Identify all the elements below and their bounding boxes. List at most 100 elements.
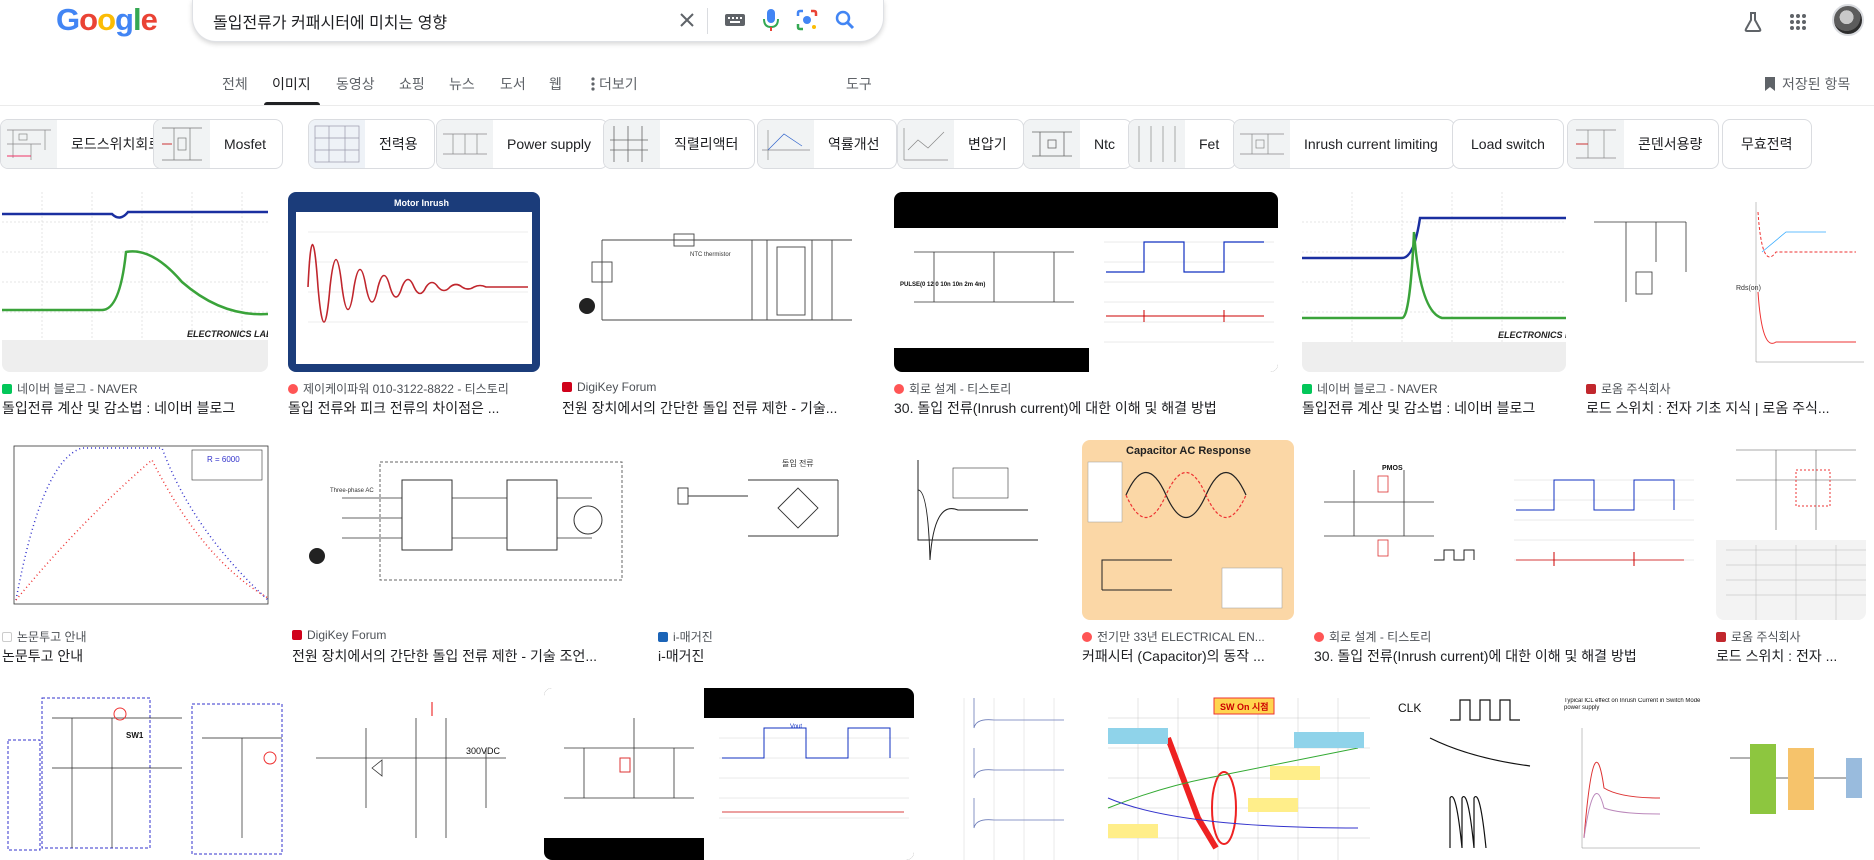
source-text: 네이버 블로그 - NAVER	[1317, 382, 1438, 396]
chip-thumbnail	[604, 120, 660, 168]
saved-items-link[interactable]: 저장된 항목	[1764, 74, 1850, 94]
search-input[interactable]: 돌입전류가 커패시터에 미치는 영향	[213, 9, 447, 33]
result-thumbnail[interactable]: CLK	[1390, 688, 1540, 860]
source-text: DigiKey Forum	[577, 380, 657, 394]
apps-icon[interactable]	[1784, 8, 1812, 36]
chip-load-switch-circuit[interactable]: 로드스위치회로	[0, 119, 179, 169]
logo-letter: o	[97, 2, 116, 37]
chip-thumbnail	[154, 120, 210, 168]
result-thumbnail[interactable]: ELECTRONICS LABORATORY	[2, 192, 268, 372]
chip-reactive-power[interactable]: 무효전력	[1722, 119, 1812, 169]
result-title[interactable]: 돌입전류 계산 및 감소법 : 네이버 블로그	[2, 398, 268, 418]
result-thumbnail[interactable]: 300VDC	[306, 688, 524, 860]
tools-button[interactable]: 도구	[846, 74, 872, 94]
naver-favicon-icon	[1302, 383, 1312, 394]
result-thumbnail[interactable]: Three-phase AC	[292, 440, 638, 620]
result-thumbnail[interactable]: PMOS	[1314, 440, 1694, 620]
chip-label: 콘덴서용량	[1638, 136, 1703, 152]
keyboard-icon[interactable]	[723, 8, 747, 32]
result-source[interactable]: 로옴 주식회사	[1716, 628, 1866, 645]
result-source[interactable]: DigiKey Forum	[562, 380, 874, 394]
tab-all[interactable]: 전체	[222, 74, 248, 94]
lens-icon[interactable]	[795, 8, 819, 32]
avatar[interactable]	[1832, 4, 1864, 36]
chip-inrush-current-limiting[interactable]: Inrush current limiting	[1233, 119, 1455, 169]
source-text: 회로 설계 - 티스토리	[1329, 630, 1432, 644]
clear-icon[interactable]	[675, 8, 699, 32]
chip-power[interactable]: 전력용	[308, 119, 435, 169]
source-text: 네이버 블로그 - NAVER	[17, 382, 138, 396]
result-source[interactable]: 네이버 블로그 - NAVER	[1302, 380, 1566, 397]
chip-series-reactor[interactable]: 직렬리액터	[603, 119, 756, 169]
result-title[interactable]: i-매거진	[658, 646, 1062, 666]
result-thumbnail[interactable]: ELECTRONICS LABORATORY	[1302, 192, 1566, 372]
thumbnail-caption: PULSE(0 12 0 10n 10n 2m 4m)	[900, 282, 985, 288]
result-thumbnail[interactable]: Typical ICL effect on Inrush Current in …	[1560, 688, 1866, 860]
result-source[interactable]: i-매거진	[658, 628, 1062, 645]
header: Google 돌입전류가 커패시터에 미치는 영향	[0, 0, 1874, 70]
search-box[interactable]: 돌입전류가 커패시터에 미치는 영향	[192, 0, 884, 42]
result-source[interactable]: 로옴 주식회사	[1586, 380, 1866, 397]
result-thumbnail[interactable]	[934, 688, 1078, 860]
result-source[interactable]: 회로 설계 - 티스토리	[894, 380, 1278, 397]
search-icon[interactable]	[833, 8, 857, 32]
logo-letter: o	[79, 2, 98, 37]
thumbnail-caption: SW1	[126, 731, 144, 740]
thumbnail-caption: Capacitor AC Response	[1126, 445, 1251, 457]
related-chips: 로드스위치회로 Mosfet 전력용 Power supply 직렬리액터 역률…	[0, 119, 1874, 169]
result-source[interactable]: DigiKey Forum	[292, 628, 638, 642]
result-title[interactable]: 30. 돌입 전류(Inrush current)에 대한 이해 및 해결 방법	[894, 398, 1278, 418]
result-title[interactable]: 30. 돌입 전류(Inrush current)에 대한 이해 및 해결 방법	[1314, 646, 1694, 666]
result-title[interactable]: 로드 스위치 : 전자 ...	[1716, 646, 1866, 666]
result-title[interactable]: 돌입전류 계산 및 감소법 : 네이버 블로그	[1302, 398, 1566, 418]
chip-mosfet[interactable]: Mosfet	[153, 119, 284, 169]
result-source[interactable]: 회로 설계 - 티스토리	[1314, 628, 1694, 645]
result-title[interactable]: 로드 스위치 : 전자 기초 지식 | 로옴 주식...	[1586, 398, 1866, 418]
thumbnail-caption: PMOS	[1382, 465, 1403, 472]
result-title[interactable]: 논문투고 안내	[2, 646, 272, 666]
tab-web[interactable]: 웹	[549, 74, 562, 94]
result-source[interactable]: 제이케이파워 010-3122-8822 - 티스토리	[288, 380, 540, 397]
result-thumbnail[interactable]: SW On 시점	[1098, 688, 1370, 860]
thumbnail-caption: ELECTRONICS LABORATORY	[1498, 330, 1566, 340]
tab-news[interactable]: 뉴스	[449, 74, 475, 94]
result-thumbnail[interactable]: PULSE(0 12 0 10n 10n 2m 4m)	[894, 192, 1278, 372]
result-thumbnail[interactable]: NTC thermistor	[562, 192, 874, 372]
tab-images[interactable]: 이미지	[272, 74, 311, 94]
thumbnail-caption: SW On 시점	[1220, 701, 1269, 712]
rohm-favicon-icon	[1716, 631, 1726, 642]
chip-power-factor[interactable]: 역률개선	[757, 119, 897, 169]
rohm-favicon-icon	[1586, 383, 1596, 394]
result-title[interactable]: 전원 장치에서의 간단한 돌입 전류 제한 - 기술...	[562, 398, 874, 418]
result-source[interactable]: 네이버 블로그 - NAVER	[2, 380, 268, 397]
labs-icon[interactable]	[1739, 8, 1767, 36]
tab-more[interactable]: 더보기	[591, 74, 638, 94]
tab-books[interactable]: 도서	[500, 74, 526, 94]
tab-shopping[interactable]: 쇼핑	[399, 74, 425, 94]
source-text: 전기만 33년 ELECTRICAL EN...	[1097, 630, 1265, 644]
result-title[interactable]: 커패시터 (Capacitor)의 동작 ...	[1082, 646, 1294, 666]
chip-fet[interactable]: Fet	[1128, 119, 1237, 169]
chip-transformer[interactable]: 변압기	[897, 119, 1024, 169]
result-thumbnail[interactable]: Vout	[544, 688, 914, 860]
result-thumbnail[interactable]: Motor Inrush	[288, 192, 540, 372]
google-logo[interactable]: Google	[56, 2, 158, 38]
chip-label: Inrush current limiting	[1304, 136, 1438, 152]
chip-capacitor-capacity[interactable]: 콘덴서용량	[1567, 119, 1720, 169]
result-title[interactable]: 전원 장치에서의 간단한 돌입 전류 제한 - 기술 조언...	[292, 646, 638, 666]
result-thumbnail[interactable]: Capacitor AC Response	[1082, 440, 1294, 620]
result-thumbnail[interactable]: R = 6000	[2, 440, 272, 620]
result-thumbnail[interactable]: 돌입 전류	[658, 440, 1062, 620]
result-thumbnail[interactable]	[1716, 440, 1866, 620]
chip-ntc[interactable]: Ntc	[1023, 119, 1132, 169]
tistory-favicon-icon	[1082, 631, 1092, 642]
result-thumbnail[interactable]: SW1	[2, 688, 286, 860]
tab-videos[interactable]: 동영상	[336, 74, 375, 94]
chip-load-switch[interactable]: Load switch	[1452, 119, 1564, 169]
result-thumbnail[interactable]: Rds(on)	[1586, 192, 1866, 372]
result-source[interactable]: 논문투고 안내	[2, 628, 272, 645]
chip-power-supply[interactable]: Power supply	[436, 119, 609, 169]
result-title[interactable]: 돌입 전류와 피크 전류의 차이점은 ...	[288, 398, 540, 418]
microphone-icon[interactable]	[759, 8, 783, 32]
result-source[interactable]: 전기만 33년 ELECTRICAL EN...	[1082, 628, 1294, 645]
